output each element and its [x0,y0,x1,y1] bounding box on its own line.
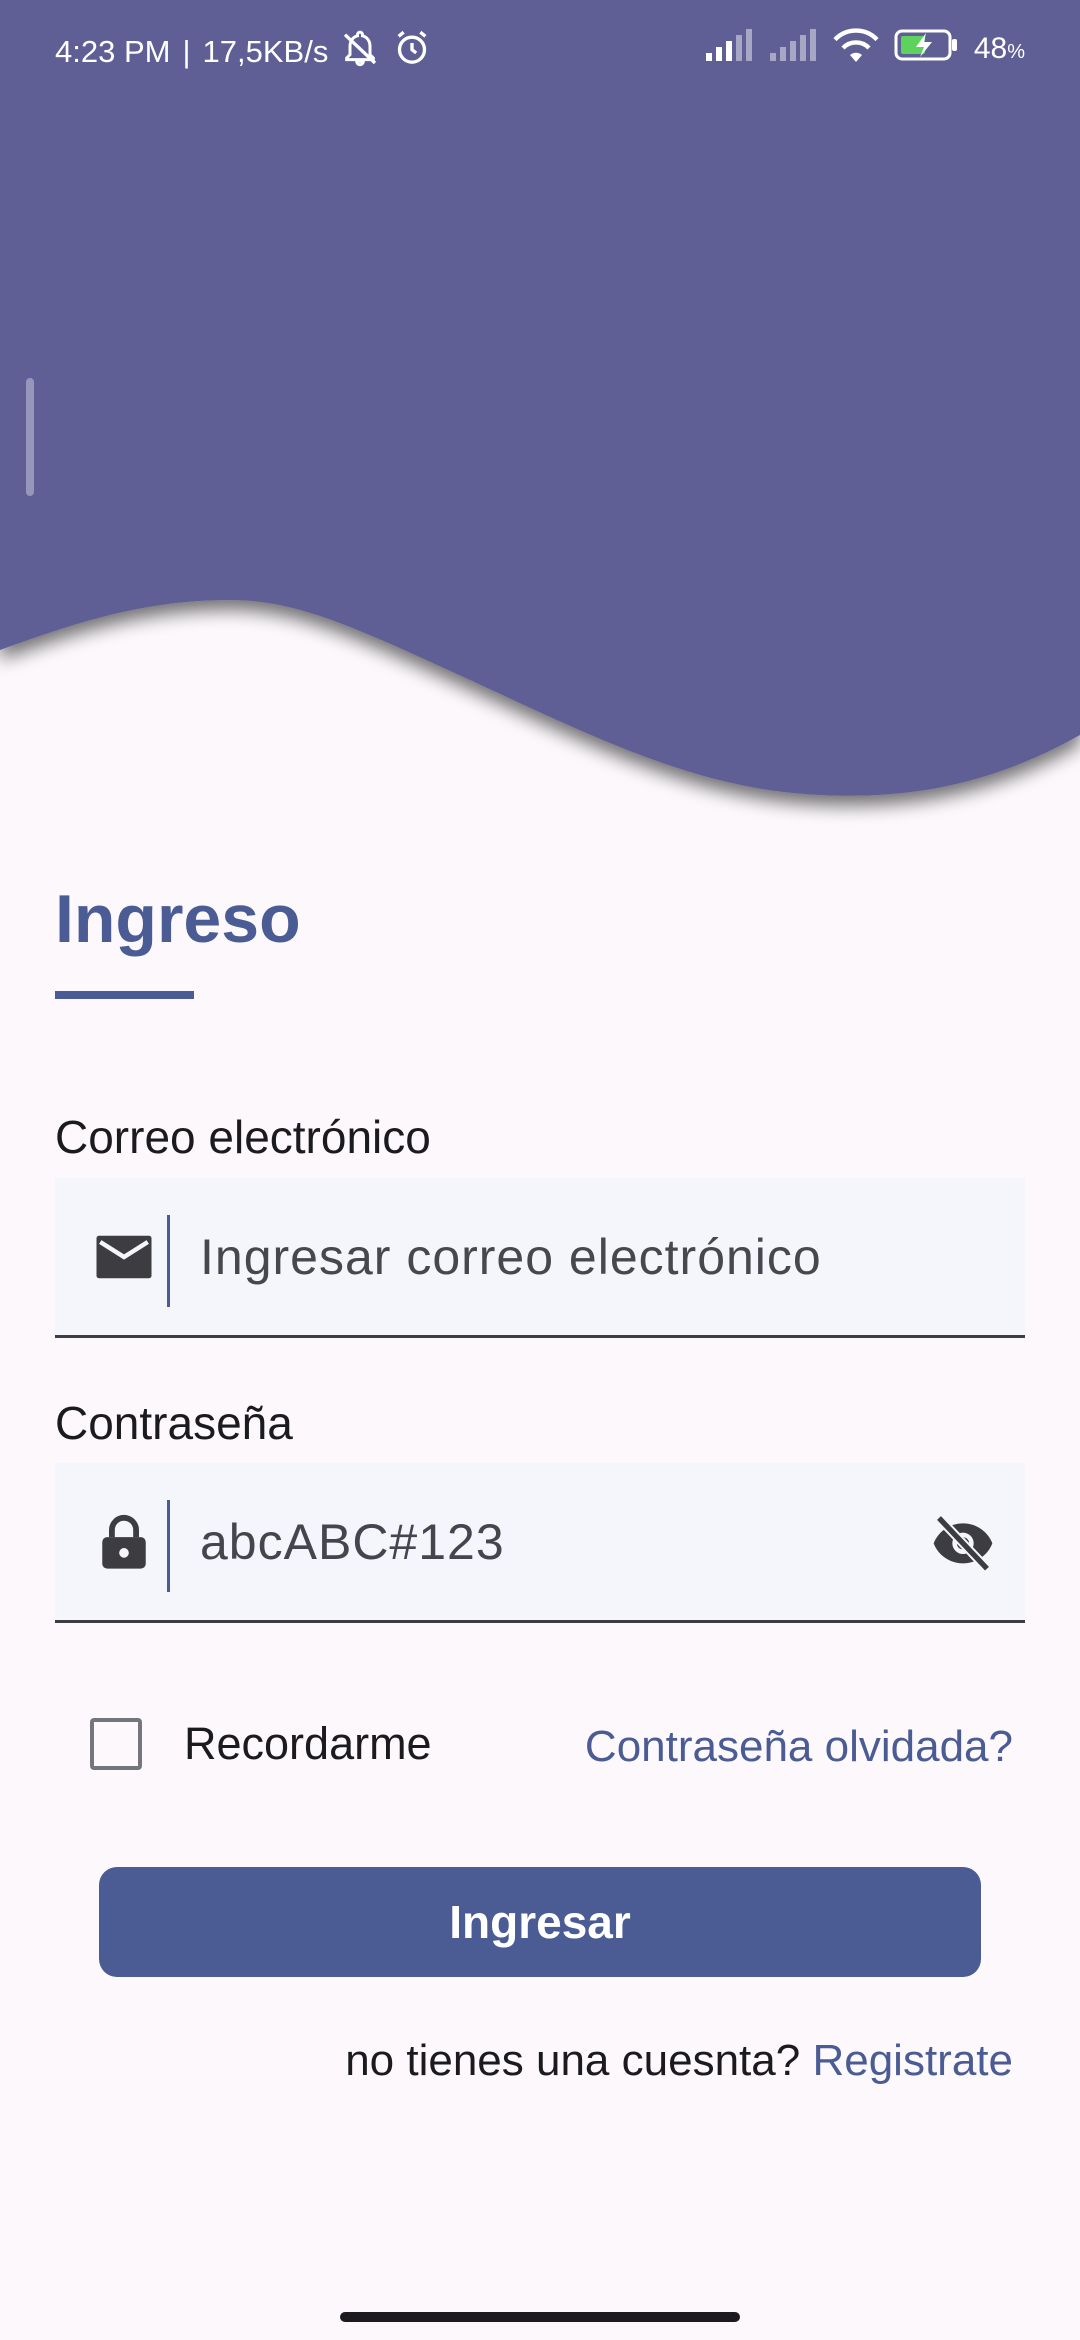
mail-icon [93,1226,155,1288]
signal-icon [704,27,754,71]
remember-checkbox[interactable] [90,1718,142,1770]
alarm-icon [392,28,432,76]
forgot-password-link[interactable]: Contraseña olvidada? [585,1722,1013,1772]
remember-row: Recordarme [90,1718,432,1770]
status-bar: 4:23 PM | 17,5KB/s 48% [0,0,1080,96]
battery-charging-icon [894,27,960,71]
status-network-speed: 17,5KB/s [202,34,329,69]
email-placeholder: Ingresar correo electrónico [200,1228,822,1285]
home-indicator[interactable] [340,2312,740,2322]
email-field[interactable]: Ingresar correo electrónico [55,1178,1025,1338]
visibility-off-icon[interactable] [931,1510,995,1574]
email-label: Correo electrónico [55,1111,431,1163]
status-right: 48% [704,26,1025,72]
register-link[interactable]: Registrate [812,2036,1013,2085]
signup-row: no tienes una cuesnta? Registrate [345,2036,1013,2086]
no-account-text: no tienes una cuesnta? [345,2036,801,2085]
scroll-indicator [26,378,34,496]
status-time: 4:23 PM [55,34,171,69]
status-left: 4:23 PM | 17,5KB/s [55,28,432,76]
status-separator: | [182,34,191,69]
password-label: Contraseña [55,1397,293,1449]
remember-label[interactable]: Recordarme [184,1718,432,1770]
password-value: abcABC#123 [200,1513,505,1570]
battery-percent-value: 48 [973,32,1008,65]
signal-icon [768,27,818,71]
wifi-icon [832,26,880,72]
header-wave [0,0,1080,840]
page-title: Ingreso [55,881,301,957]
password-field[interactable]: abcABC#123 [55,1463,1025,1623]
email-field-divider [167,1215,170,1307]
lock-icon [93,1511,155,1573]
login-button[interactable]: Ingresar [99,1867,981,1977]
password-field-divider [167,1500,170,1592]
battery-percent: 48% [974,32,1025,66]
notifications-off-icon [340,28,380,76]
battery-percent-unit: % [1007,41,1025,63]
title-underline [55,991,194,999]
